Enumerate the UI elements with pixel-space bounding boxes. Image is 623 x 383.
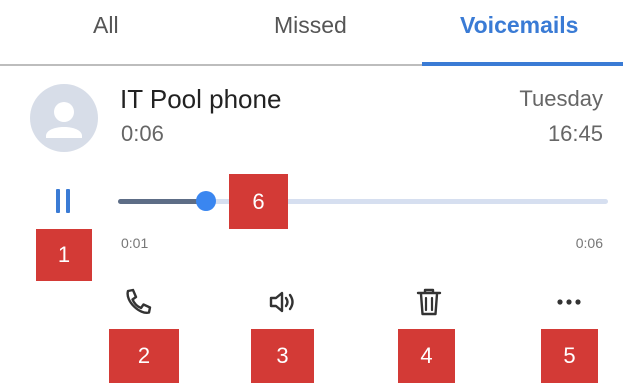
trash-icon (416, 288, 442, 316)
phone-icon (126, 288, 152, 314)
tab-missed[interactable]: Missed (274, 12, 347, 39)
active-tab-indicator (422, 62, 623, 66)
voicemail-day: Tuesday (519, 86, 603, 111)
call-history-tabs: All Missed Voicemails (0, 0, 623, 66)
voicemail-duration: 0:06 (121, 121, 164, 146)
delete-button[interactable] (411, 284, 447, 320)
playback-progress (118, 199, 206, 204)
total-time: 0:06 (575, 235, 603, 251)
call-back-button[interactable] (120, 284, 156, 320)
speaker-button[interactable] (265, 284, 301, 320)
speaker-icon (269, 291, 294, 313)
playback-track[interactable] (118, 199, 608, 204)
annotation-marker-6: 6 (229, 174, 288, 229)
pause-button[interactable] (54, 189, 74, 213)
annotation-marker-1: 1 (36, 229, 92, 281)
person-icon (46, 102, 82, 138)
pause-icon (56, 189, 60, 213)
annotation-marker-2: 2 (109, 329, 179, 383)
avatar (30, 84, 98, 152)
more-icon (557, 299, 581, 305)
caller-name: IT Pool phone (120, 84, 282, 114)
annotation-marker-5: 5 (541, 329, 598, 383)
voicemail-time: 16:45 (547, 121, 603, 146)
tab-voicemails[interactable]: Voicemails (460, 12, 578, 39)
tab-all[interactable]: All (93, 12, 119, 39)
more-button[interactable] (551, 284, 587, 320)
annotation-marker-3: 3 (251, 329, 314, 383)
playback-scrubber[interactable] (196, 191, 216, 211)
annotation-marker-4: 4 (398, 329, 455, 383)
elapsed-time: 0:01 (121, 235, 149, 251)
